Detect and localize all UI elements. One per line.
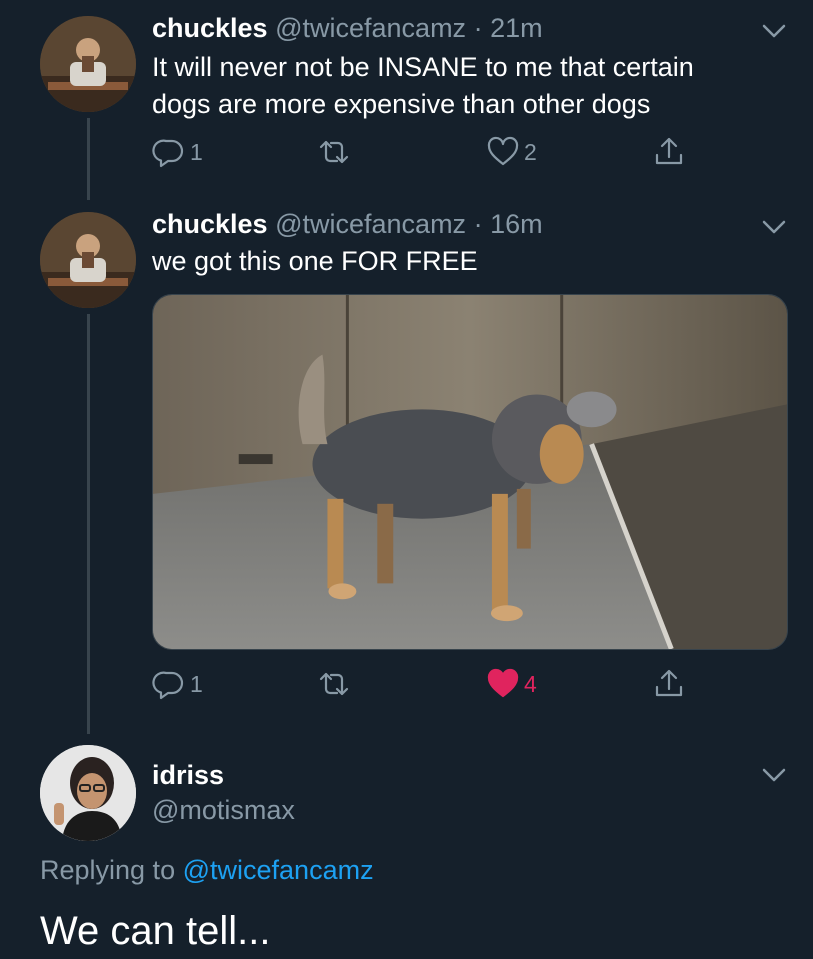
separator: · [473,13,483,43]
like-count: 4 [524,670,537,697]
tweet-text-line: we got this one FOR FREE [152,246,478,276]
timestamp[interactable]: 21m [490,13,543,43]
reply-button[interactable]: 1 [152,664,203,704]
avatar[interactable] [40,745,136,841]
chevron-down-icon[interactable] [759,212,789,242]
tweet-header: chuckles @twicefancamz · 16m [152,206,543,242]
replying-to-link[interactable]: @twicefancamz [183,855,374,885]
tweet-text: we got this one FOR FREE [152,243,478,280]
user-handle[interactable]: @twicefancamz [275,209,466,239]
share-icon [655,669,683,697]
tweet-text-line: It will never not be INSANE to me that c… [152,52,694,82]
like-button[interactable]: 4 [486,664,537,704]
tweet-text: It will never not be INSANE to me that c… [152,49,694,123]
timestamp[interactable]: 16m [490,209,543,239]
share-button[interactable] [652,132,686,172]
like-button[interactable]: 2 [486,132,537,172]
retweet-button[interactable] [317,132,355,172]
tweet-text-line: dogs are more expensive than other dogs [152,89,651,119]
share-button[interactable] [652,664,686,704]
chevron-down-icon[interactable] [759,760,789,790]
tweet-photo[interactable] [152,294,788,650]
reply-icon [152,139,184,168]
replying-to-prefix: Replying to [40,855,176,885]
user-handle[interactable]: @twicefancamz [275,13,466,43]
display-name[interactable]: chuckles [152,13,268,43]
tweet-header: chuckles @twicefancamz · 21m [152,10,543,46]
tweet[interactable]: chuckles @twicefancamz · 21m It will nev… [0,0,813,190]
display-name[interactable]: chuckles [152,209,268,239]
share-icon [655,137,683,165]
heart-icon [487,668,519,698]
avatar[interactable] [40,212,136,308]
tweet-actions: 1 4 [152,664,712,704]
avatar[interactable] [40,16,136,112]
reply-icon [152,671,184,700]
retweet-icon [319,140,349,164]
retweet-icon [319,672,349,696]
reply-count: 1 [190,138,203,165]
replying-to: Replying to @twicefancamz [40,855,374,886]
like-count: 2 [524,138,537,165]
tweet-actions: 1 2 [152,132,712,172]
display-name[interactable]: idriss [152,760,224,791]
reply-button[interactable]: 1 [152,132,203,172]
heart-icon [487,136,519,166]
separator: · [473,209,483,239]
chevron-down-icon[interactable] [759,16,789,46]
user-handle[interactable]: @motismax [152,795,295,826]
reply-text: We can tell... [40,909,271,953]
retweet-button[interactable] [317,664,355,704]
reply-count: 1 [190,670,203,697]
